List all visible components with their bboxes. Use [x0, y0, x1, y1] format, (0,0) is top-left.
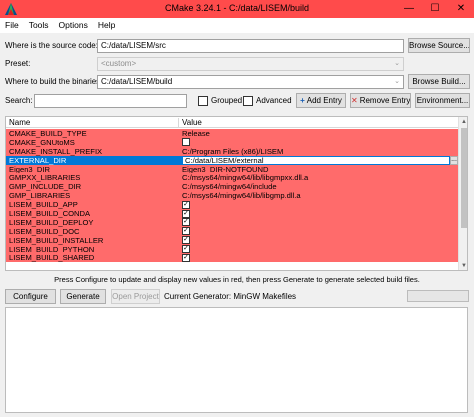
plus-icon: + — [300, 96, 305, 105]
row-name: LISEM_BUILD_PYTHON — [9, 244, 95, 254]
binaries-label: Where to build the binaries: — [5, 77, 103, 86]
row-name: GMPXX_LIBRARIES — [9, 173, 81, 183]
row-value[interactable]: C:/msys64/mingw64/lib/libgmpxx.dll.a — [182, 173, 308, 182]
build-path-value: C:/data/LISEM/build — [101, 77, 173, 86]
menu-bar: File Tools Options Help — [0, 18, 474, 33]
output-log[interactable] — [5, 307, 468, 413]
row-value[interactable]: C:/msys64/mingw64/lib/libgmp.dll.a — [182, 191, 301, 200]
preset-label: Preset: — [5, 59, 31, 68]
row-name: CMAKE_INSTALL_PREFIX — [9, 146, 103, 156]
remove-entry-label: Remove Entry — [359, 96, 411, 105]
table-row[interactable]: LISEM_BUILD_INSTALLER ✓ — [6, 235, 458, 245]
table-row[interactable]: LISEM_BUILD_SHARED ✓ — [6, 253, 458, 262]
table-row[interactable]: GMPXX_LIBRARIES C:/msys64/mingw64/lib/lib… — [6, 173, 458, 182]
row-name: LISEM_BUILD_DOC — [9, 226, 80, 236]
cache-table: Name Value CMAKE_BUILD_TYPE Release CMAKE_… — [5, 116, 468, 271]
progress-bar — [407, 290, 469, 302]
add-entry-label: Add Entry — [306, 96, 342, 105]
row-name: LISEM_BUILD_DEPLOY — [9, 217, 94, 227]
row-name: GMP_LIBRARIES — [9, 191, 71, 201]
value-checkbox-checked[interactable]: ✓ — [182, 227, 190, 236]
table-row[interactable]: LISEM_BUILD_CONDA ✓ — [6, 209, 458, 218]
table-row[interactable]: CMAKE_INSTALL_PREFIX C:/Program Files (x8… — [6, 146, 458, 156]
table-row[interactable]: GMP_INCLUDE_DIR C:/msys64/mingw64/include — [6, 182, 458, 191]
browse-path-button[interactable]: ... — [450, 155, 458, 165]
remove-entry-button[interactable]: ✕ Remove Entry — [350, 93, 411, 108]
menu-file[interactable]: File — [0, 18, 24, 33]
row-name: Eigen3_DIR — [9, 164, 50, 174]
value-checkbox-checked[interactable]: ✓ — [182, 209, 190, 218]
advanced-checkbox[interactable] — [243, 96, 253, 106]
chevron-down-icon: ⌄ — [394, 78, 400, 85]
row-name: LISEM_BUILD_INSTALLER — [9, 235, 104, 245]
scroll-up-icon[interactable]: ▲ — [459, 117, 467, 127]
column-header-value[interactable]: Value — [182, 117, 202, 128]
table-row[interactable]: EXTERNAL_DIR C:/data/LISEM/external... — [6, 155, 458, 165]
title-bar: CMake 3.24.1 - C:/data/LISEM/build — ☐ ✕ — [0, 0, 474, 18]
value-checkbox-checked[interactable]: ✓ — [182, 200, 190, 209]
source-path-input[interactable]: C:/data/LISEM/src — [97, 39, 404, 53]
open-project-button[interactable]: Open Project — [111, 289, 160, 304]
value-checkbox-checked[interactable]: ✓ — [182, 236, 190, 245]
table-header: Name Value — [6, 117, 458, 128]
search-label: Search: — [5, 96, 33, 105]
preset-select[interactable]: <custom> ⌄ — [97, 57, 404, 71]
scroll-thumb[interactable] — [461, 128, 467, 228]
table-row[interactable]: LISEM_BUILD_DOC ✓ — [6, 226, 458, 236]
row-value-editor[interactable]: C:/data/LISEM/external — [182, 155, 450, 165]
menu-options[interactable]: Options — [54, 18, 93, 33]
advanced-label: Advanced — [256, 96, 292, 105]
preset-value: <custom> — [101, 59, 137, 68]
maximize-button[interactable]: ☐ — [422, 0, 448, 18]
table-scrollbar[interactable]: ▲ ▼ — [458, 117, 467, 270]
build-path-input[interactable]: C:/data/LISEM/build ⌄ — [97, 75, 404, 89]
table-row[interactable]: LISEM_BUILD_APP ✓ — [6, 200, 458, 209]
row-name: EXTERNAL_DIR — [9, 155, 67, 165]
generate-button[interactable]: Generate — [60, 289, 106, 304]
table-row[interactable]: CMAKE_BUILD_TYPE Release — [6, 129, 458, 138]
current-generator: Current Generator: MinGW Makefiles — [164, 292, 297, 301]
row-name: LISEM_BUILD_CONDA — [9, 209, 91, 219]
source-label: Where is the source code: — [5, 41, 98, 50]
row-name: CMAKE_BUILD_TYPE — [9, 129, 87, 138]
row-name: GMP_INCLUDE_DIR — [9, 182, 82, 192]
remove-icon: ✕ — [351, 96, 358, 105]
menu-tools[interactable]: Tools — [24, 18, 54, 33]
value-checkbox-unchecked[interactable] — [182, 138, 190, 147]
row-name: LISEM_BUILD_SHARED — [9, 253, 95, 263]
browse-source-button[interactable]: Browse Source... — [408, 38, 470, 53]
minimize-button[interactable]: — — [396, 0, 422, 18]
column-divider[interactable] — [178, 118, 179, 127]
grouped-checkbox[interactable] — [198, 96, 208, 106]
configure-hint: Press Configure to update and display ne… — [54, 275, 420, 284]
table-row[interactable]: CMAKE_GNUtoMS — [6, 137, 458, 147]
row-value[interactable]: Eigen3_DIR-NOTFOUND — [182, 165, 269, 174]
row-name: CMAKE_GNUtoMS — [9, 137, 75, 147]
table-rows: CMAKE_BUILD_TYPE Release CMAKE_GNUtoMS CMAK… — [6, 129, 458, 270]
configure-button[interactable]: Configure — [5, 289, 56, 304]
chevron-down-icon: ⌄ — [394, 60, 400, 67]
column-header-name[interactable]: Name — [9, 117, 30, 128]
browse-build-button[interactable]: Browse Build... — [408, 74, 470, 89]
table-row[interactable]: LISEM_BUILD_DEPLOY ✓ — [6, 217, 458, 227]
row-value[interactable]: Release — [182, 129, 210, 138]
menu-help[interactable]: Help — [93, 18, 120, 33]
grouped-label: Grouped — [211, 96, 243, 105]
scroll-down-icon[interactable]: ▼ — [459, 261, 467, 270]
row-name: LISEM_BUILD_APP — [9, 200, 78, 210]
value-checkbox-checked[interactable]: ✓ — [182, 245, 190, 254]
add-entry-button[interactable]: + Add Entry — [296, 93, 346, 108]
table-row[interactable]: LISEM_BUILD_PYTHON ✓ — [6, 244, 458, 254]
table-row[interactable]: Eigen3_DIR Eigen3_DIR-NOTFOUND — [6, 164, 458, 174]
value-checkbox-checked[interactable]: ✓ — [182, 253, 190, 262]
environment-button[interactable]: Environment... — [415, 93, 470, 108]
table-row[interactable]: GMP_LIBRARIES C:/msys64/mingw64/lib/libgm… — [6, 191, 458, 200]
row-value[interactable]: C:/Program Files (x86)/LISEM — [182, 147, 283, 156]
value-checkbox-checked[interactable]: ✓ — [182, 218, 190, 227]
row-value[interactable]: C:/msys64/mingw64/include — [182, 182, 277, 191]
close-button[interactable]: ✕ — [448, 0, 474, 18]
search-input[interactable] — [34, 94, 187, 108]
